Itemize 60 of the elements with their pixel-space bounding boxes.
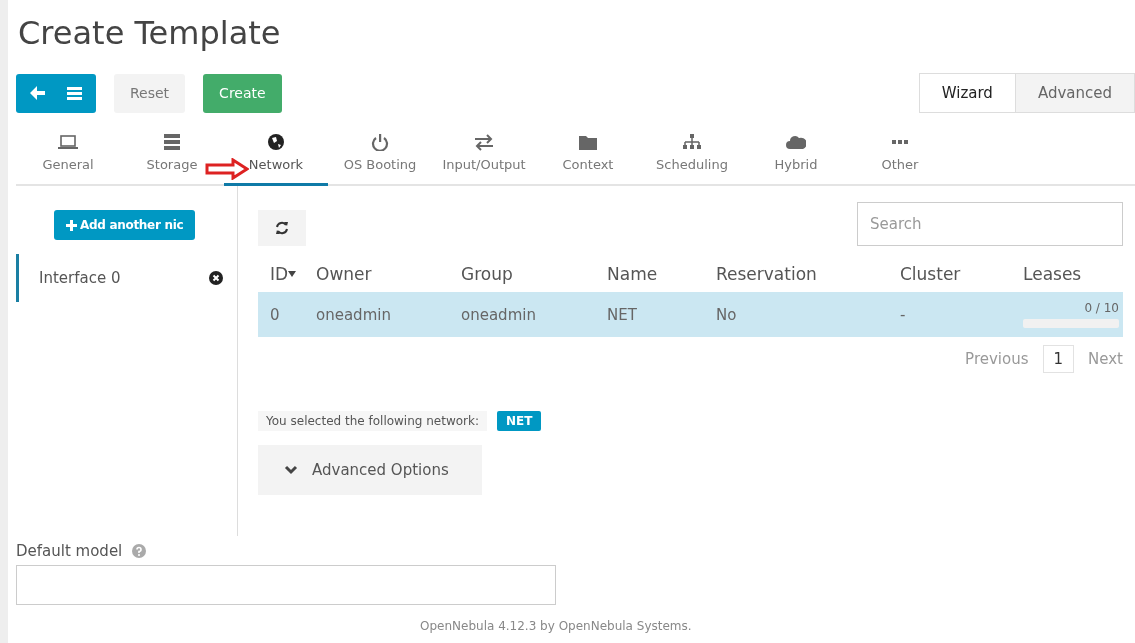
footer-text: OpenNebula 4.12.3 by OpenNebula Systems. [419, 619, 693, 633]
add-nic-button[interactable]: Add another nic [54, 210, 196, 240]
section-tab[interactable]: Context [536, 129, 640, 186]
column-header[interactable]: Name [595, 264, 704, 284]
selection-label: You selected the following network: [258, 411, 487, 431]
refresh-icon [275, 221, 289, 235]
tab-icon [58, 133, 78, 151]
navigation-buttons[interactable] [16, 73, 96, 113]
tab-icon [578, 133, 598, 151]
network-badge: NET [497, 411, 542, 431]
table-cell-text: 0 [269, 305, 281, 324]
tab-icon [474, 133, 494, 151]
chevron-icon [284, 465, 298, 475]
tab-icon [370, 133, 390, 151]
sort-icon[interactable] [288, 271, 297, 277]
previous-link[interactable]: Previous [965, 350, 1029, 368]
plus-icon [66, 219, 77, 231]
create-button[interactable]: Create [203, 73, 282, 113]
reset-button[interactable]: Reset [114, 73, 186, 113]
table-cell-text: oneadmin [315, 305, 392, 324]
section-tab[interactable]: Hybrid [744, 129, 848, 186]
tab-icon [682, 133, 702, 151]
help-icon[interactable] [132, 544, 147, 558]
back-icon[interactable] [30, 86, 45, 100]
next-link[interactable]: Next [1088, 350, 1123, 368]
table-cell-text: oneadmin [460, 305, 537, 324]
list-icon[interactable] [67, 86, 82, 100]
mode-tab[interactable]: Advanced [1015, 74, 1134, 112]
column-header[interactable]: Reservation [704, 264, 888, 284]
section-tab[interactable]: General [16, 129, 120, 186]
interface-label: Interface 0 [39, 269, 121, 287]
search-field[interactable]: Search [857, 202, 1123, 246]
arrow-annotation [205, 158, 249, 180]
table-row[interactable]: 0 oneadmin oneadmin NET No - 0 / 10 [258, 292, 1123, 337]
section-tab[interactable]: Scheduling [640, 129, 744, 186]
table-cell-text: NET [606, 305, 638, 324]
default-model-field[interactable] [16, 565, 556, 605]
leases-count: 0 / 10 [1084, 301, 1119, 315]
page-number[interactable]: 1 [1042, 345, 1075, 373]
tab-icon [891, 139, 909, 145]
column-header[interactable]: Cluster [888, 264, 1011, 284]
tab-icon [162, 133, 182, 151]
refresh-button[interactable] [258, 210, 306, 246]
close-icon[interactable] [209, 271, 223, 285]
column-header[interactable]: Group [449, 264, 595, 284]
column-header[interactable]: ID [258, 264, 304, 284]
column-header[interactable]: Leases [1011, 264, 1123, 284]
section-tab[interactable]: Storage [120, 129, 224, 186]
interface-item[interactable]: Interface 0 [16, 254, 237, 302]
advanced-options-button[interactable]: Advanced Options [258, 445, 482, 495]
tab-icon [786, 133, 806, 151]
tab-icon [266, 133, 286, 151]
page-title: Create Template [17, 13, 282, 54]
section-tab[interactable]: Input/Output [432, 129, 536, 186]
table-cell-text: No [715, 305, 738, 324]
default-model-label: Default model [16, 542, 123, 560]
section-tab[interactable]: Other [848, 129, 952, 186]
section-tab[interactable]: OS Booting [328, 129, 432, 186]
column-header[interactable]: Owner [304, 264, 449, 284]
table-cell-text: - [899, 305, 907, 324]
